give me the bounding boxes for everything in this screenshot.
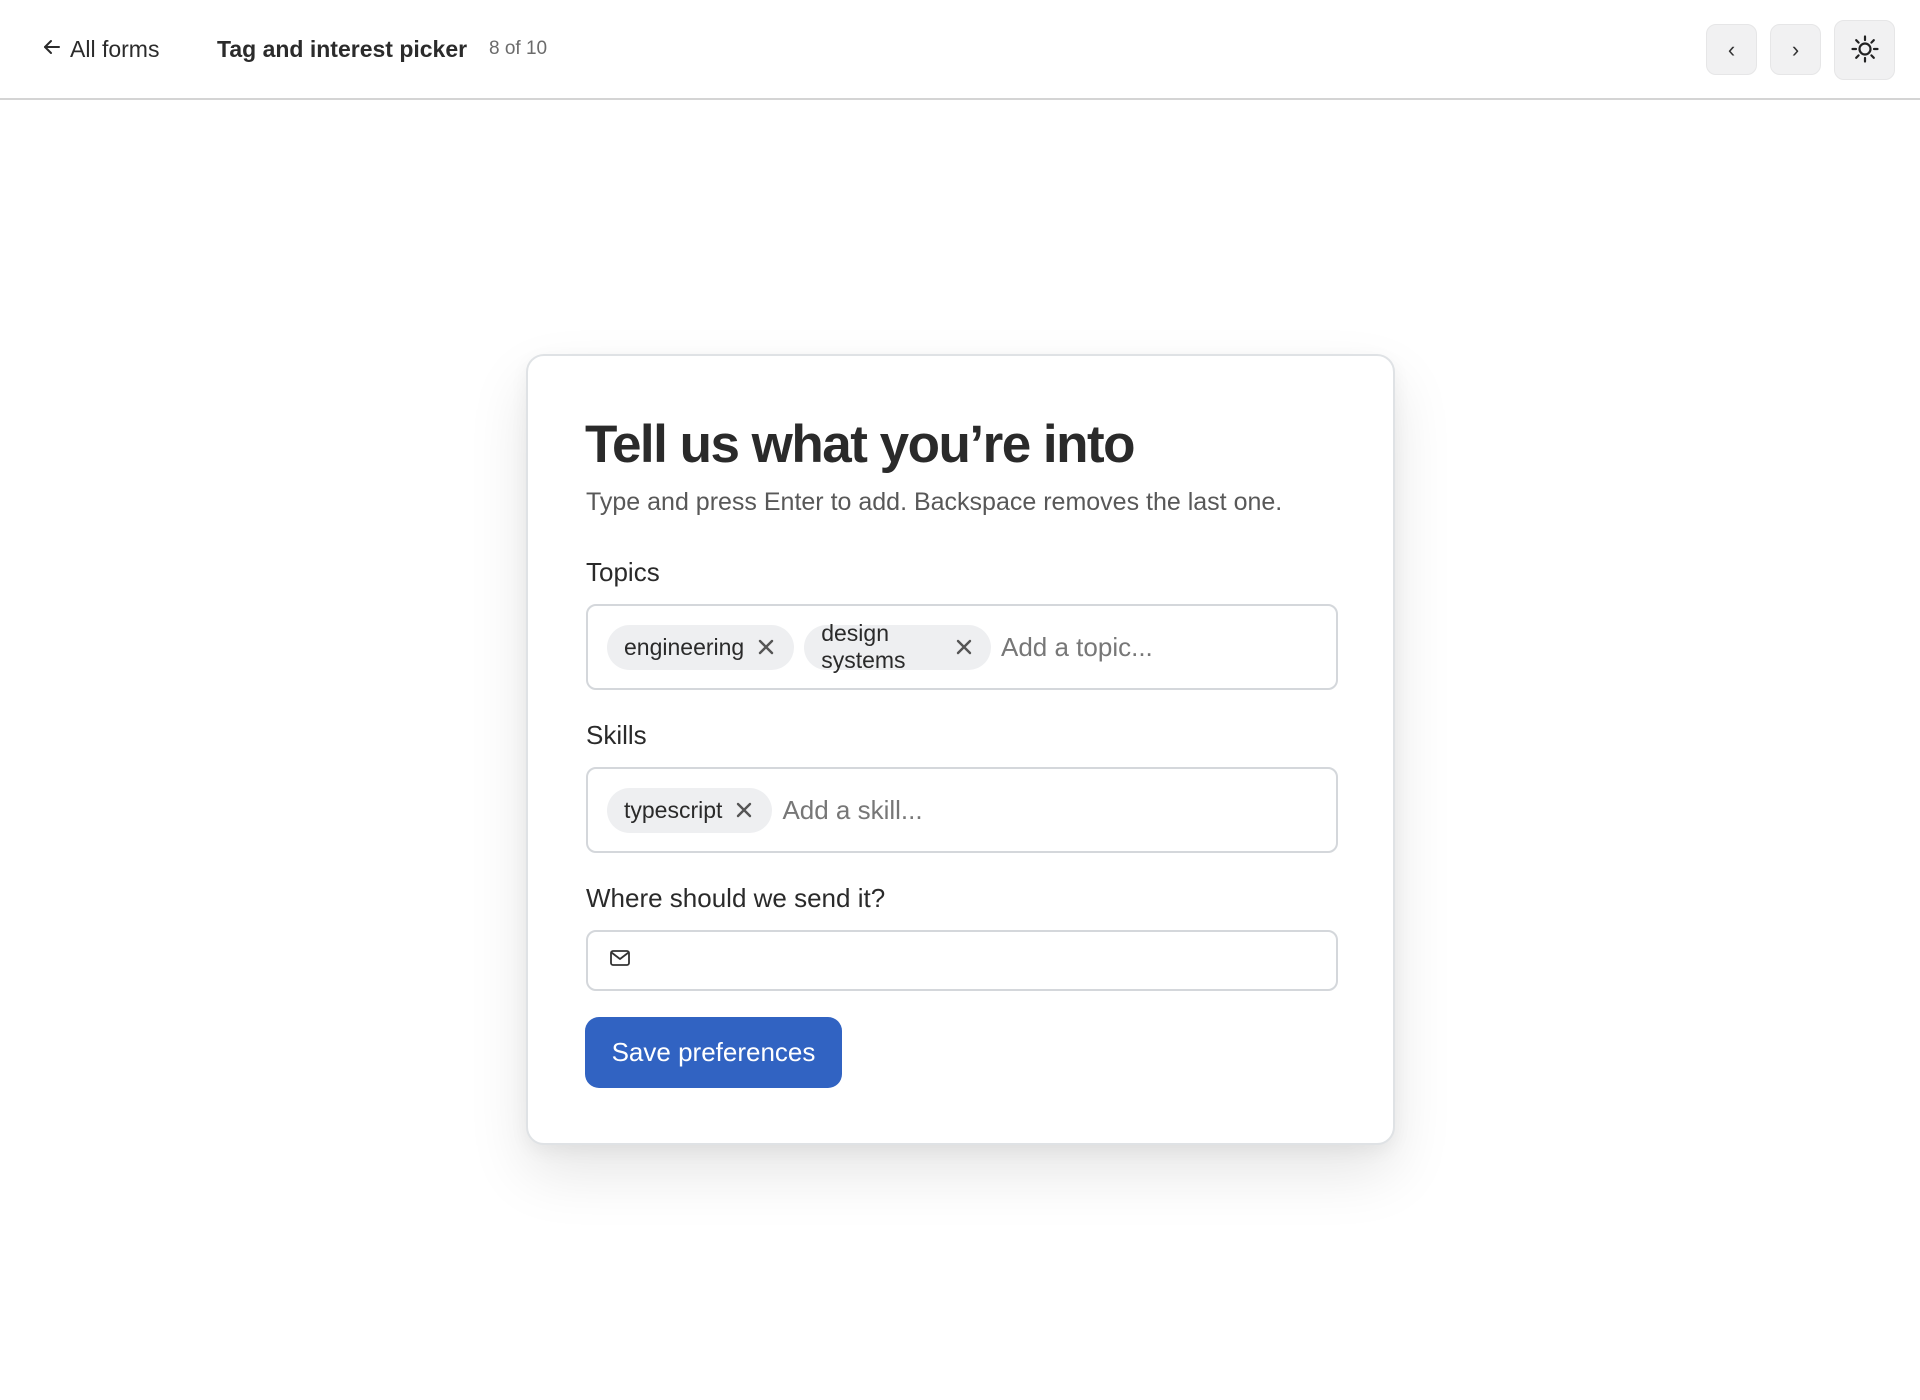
topic-input[interactable] — [1001, 627, 1336, 667]
chevron-left-icon: ‹ — [1727, 36, 1736, 62]
topics-label: Topics — [586, 557, 660, 587]
next-form-button[interactable]: › — [1770, 24, 1821, 75]
remove-tag-icon[interactable] — [756, 637, 776, 657]
skills-tag-field[interactable]: typescript — [586, 767, 1338, 853]
preferences-card: Tell us what you’re into Type and press … — [526, 354, 1395, 1145]
all-forms-link[interactable]: All forms — [42, 36, 159, 63]
email-field-wrapper[interactable] — [586, 930, 1338, 991]
tag-chip: typescript — [607, 787, 773, 833]
all-forms-label: All forms — [70, 36, 160, 62]
email-label: Where should we send it? — [586, 883, 886, 913]
tag-chip: design systems — [804, 620, 991, 673]
skills-label: Skills — [586, 720, 647, 750]
skill-input[interactable] — [782, 790, 1336, 830]
save-preferences-button[interactable]: Save preferences — [585, 1017, 842, 1088]
tag-label: typescript — [624, 796, 723, 823]
tag-chip: engineering — [607, 624, 795, 670]
theme-toggle-button[interactable] — [1834, 20, 1895, 80]
form-counter: 8 of 10 — [489, 38, 548, 59]
remove-tag-icon[interactable] — [734, 800, 754, 820]
previous-form-button[interactable]: ‹ — [1706, 24, 1757, 75]
tag-label: design systems — [821, 620, 906, 673]
form-title: Tag and interest picker — [217, 36, 468, 62]
topics-tag-field[interactable]: engineering design systems — [586, 604, 1338, 690]
remove-tag-icon[interactable] — [955, 637, 973, 657]
tag-label: engineering — [624, 633, 745, 660]
sun-icon — [1850, 34, 1880, 67]
card-subtitle: Type and press Enter to add. Backspace r… — [586, 488, 1283, 516]
top-bar: All forms Tag and interest picker 8 of 1… — [0, 0, 1920, 100]
mail-icon — [608, 946, 632, 975]
card-title: Tell us what you’re into — [585, 415, 1136, 474]
email-field[interactable] — [644, 940, 1336, 981]
chevron-right-icon: › — [1791, 36, 1800, 62]
arrow-left-icon — [42, 36, 62, 63]
